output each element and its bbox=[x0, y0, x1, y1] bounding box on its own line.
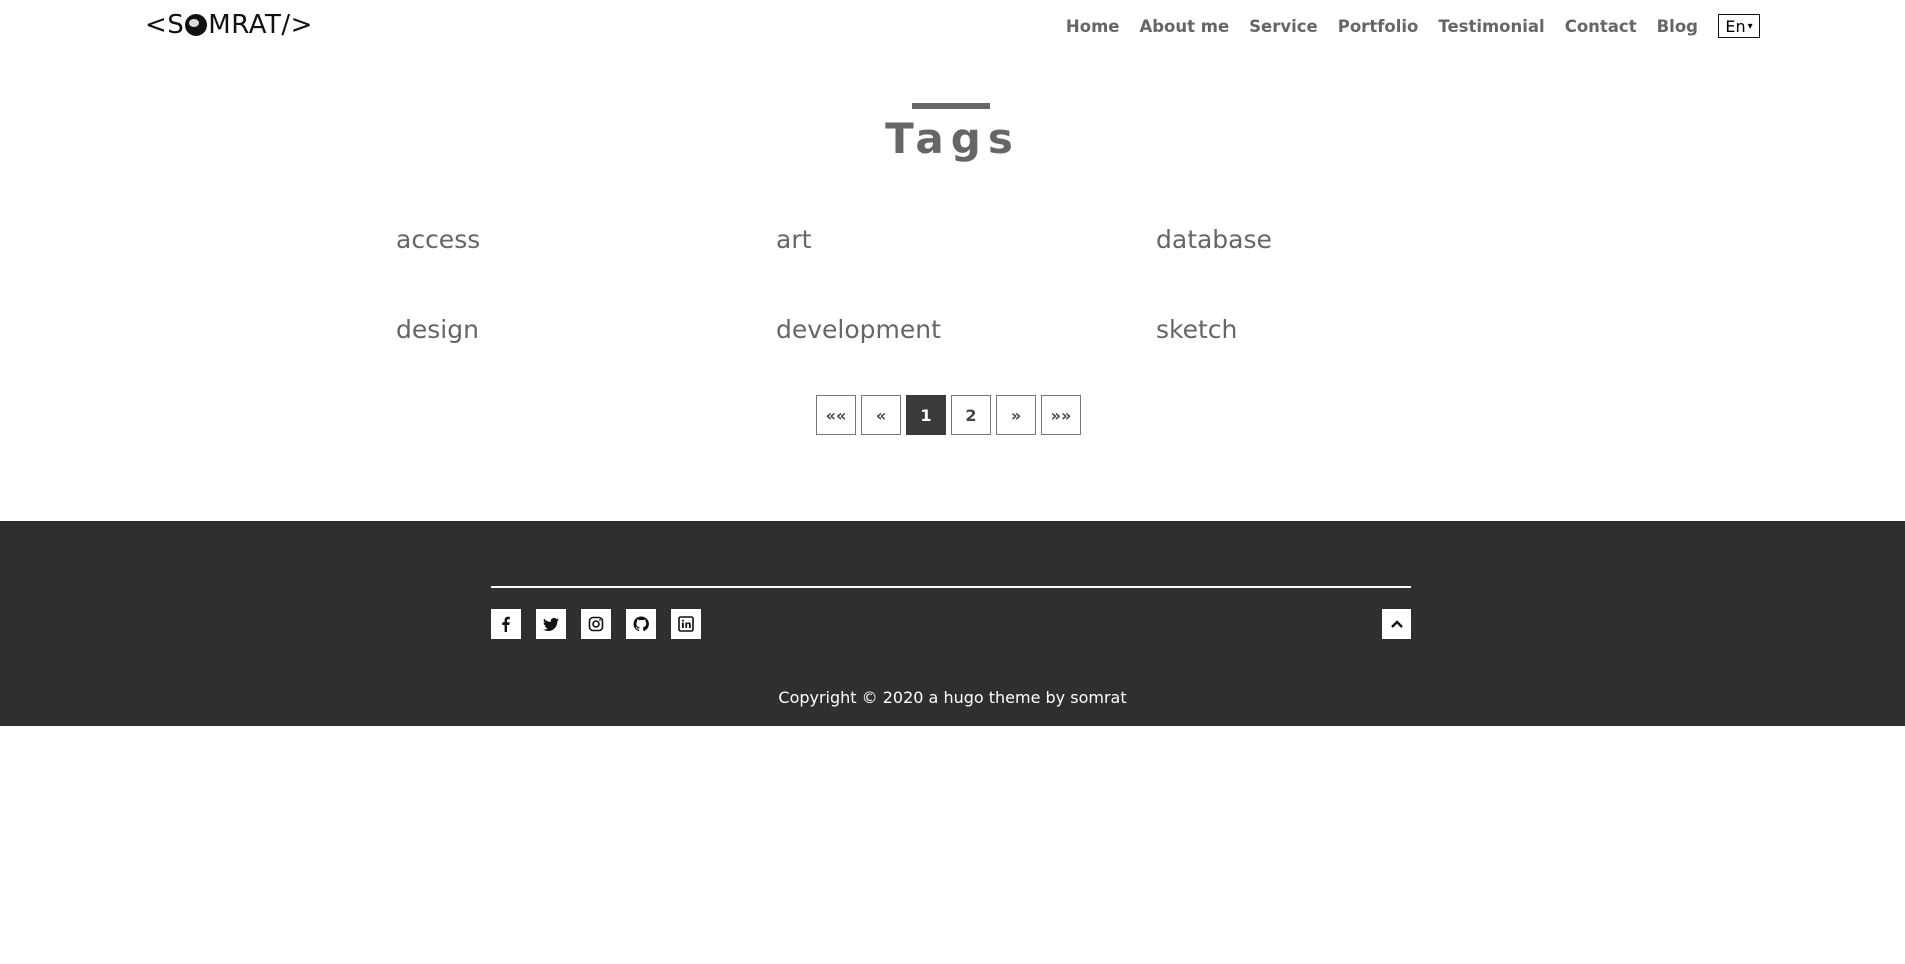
tag-link-design[interactable]: design bbox=[396, 315, 776, 345]
facebook-icon bbox=[502, 616, 510, 632]
first-page-button[interactable]: «« bbox=[816, 395, 856, 435]
next-page-button[interactable]: » bbox=[996, 395, 1036, 435]
tag-link-development[interactable]: development bbox=[776, 315, 1156, 345]
globe-icon bbox=[185, 14, 208, 36]
tag-link-access[interactable]: access bbox=[396, 225, 776, 255]
social-links bbox=[491, 609, 716, 639]
twitter-icon bbox=[543, 617, 559, 631]
footer: Copyright © 2020 a hugo theme by somrat bbox=[0, 521, 1905, 726]
facebook-link[interactable] bbox=[491, 609, 521, 639]
nav-home[interactable]: Home bbox=[1066, 17, 1120, 36]
logo-text-left: <S bbox=[145, 10, 185, 40]
footer-divider bbox=[491, 586, 1411, 588]
github-icon bbox=[633, 616, 649, 632]
chevron-up-icon bbox=[1390, 620, 1403, 628]
nav-testimonial[interactable]: Testimonial bbox=[1438, 17, 1544, 36]
logo-text-right: MRAT/> bbox=[208, 10, 313, 40]
pagination: «« « 1 2 » »» bbox=[816, 395, 1086, 435]
navbar: <S MRAT/> Home About me Service Portfoli… bbox=[0, 0, 1905, 52]
instagram-icon bbox=[588, 616, 604, 632]
linkedin-link[interactable] bbox=[671, 609, 701, 639]
tag-link-art[interactable]: art bbox=[776, 225, 1156, 255]
nav-blog[interactable]: Blog bbox=[1657, 17, 1698, 36]
twitter-link[interactable] bbox=[536, 609, 566, 639]
copyright-text: Copyright © 2020 a hugo theme by somrat bbox=[778, 688, 1127, 707]
language-value: En bbox=[1725, 16, 1746, 36]
nav-service[interactable]: Service bbox=[1249, 17, 1318, 36]
tags-grid: access art database design development s… bbox=[396, 225, 1536, 345]
chevron-down-icon: ▾ bbox=[1747, 20, 1753, 32]
page-title: Tags bbox=[885, 114, 1020, 163]
nav-menu: Home About me Service Portfolio Testimon… bbox=[1066, 14, 1760, 38]
nav-portfolio[interactable]: Portfolio bbox=[1338, 17, 1419, 36]
page-2-button[interactable]: 2 bbox=[951, 395, 991, 435]
nav-contact[interactable]: Contact bbox=[1565, 17, 1637, 36]
prev-page-button[interactable]: « bbox=[861, 395, 901, 435]
nav-about[interactable]: About me bbox=[1139, 17, 1229, 36]
scroll-to-top-button[interactable] bbox=[1382, 609, 1411, 639]
instagram-link[interactable] bbox=[581, 609, 611, 639]
linkedin-icon bbox=[678, 616, 694, 632]
title-accent-bar bbox=[912, 103, 990, 109]
tag-link-sketch[interactable]: sketch bbox=[1156, 315, 1536, 345]
page-1-button[interactable]: 1 bbox=[906, 395, 946, 435]
last-page-button[interactable]: »» bbox=[1041, 395, 1081, 435]
language-select[interactable]: En ▾ bbox=[1718, 14, 1760, 38]
github-link[interactable] bbox=[626, 609, 656, 639]
site-logo[interactable]: <S MRAT/> bbox=[145, 10, 313, 40]
tag-link-database[interactable]: database bbox=[1156, 225, 1536, 255]
